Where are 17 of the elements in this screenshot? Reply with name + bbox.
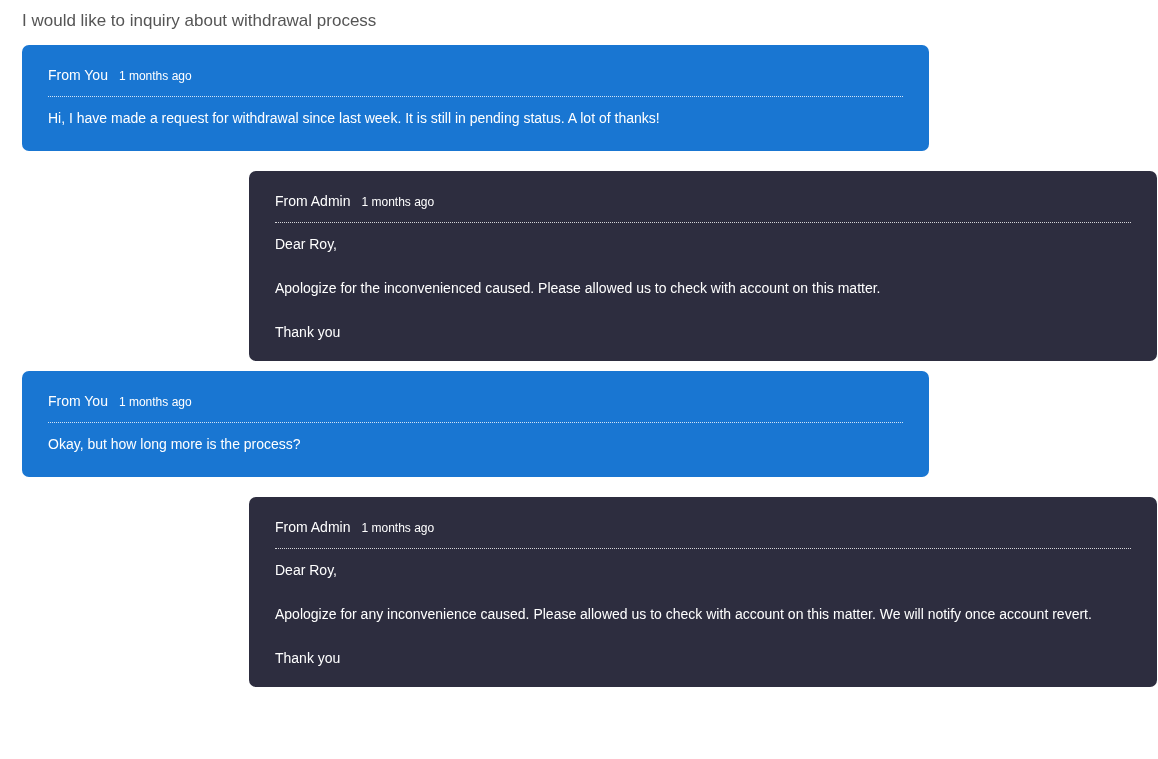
message-sender: From Admin (275, 518, 351, 537)
message-text: Dear Roy, (275, 561, 338, 580)
message-text: Apologize for any inconvenience caused. Please allowed us to check with account on this matter. We will notify once account revert. (275, 605, 1093, 624)
message-text: Apologize for the inconvenienced caused. Please allowed us to check with account on this matter. (275, 279, 882, 298)
message-text: Thank you (275, 323, 342, 342)
message-sender: From You (48, 392, 108, 411)
message-time: 1 months ago (118, 68, 192, 85)
ticket-subject: I would like to inquiry about withdrawal process (22, 10, 378, 32)
message-text: Okay, but how long more is the process? (48, 435, 302, 454)
message-text: Dear Roy, (275, 235, 338, 254)
message-text: Thank you (275, 649, 342, 668)
message-time: 1 months ago (361, 520, 435, 537)
message-text: Hi, I have made a request for withdrawal since last week. It is still in pending status. A lot of thanks! (48, 109, 661, 128)
message-sender: From Admin (275, 192, 351, 211)
message-time: 1 months ago (361, 194, 435, 211)
message-time: 1 months ago (118, 394, 192, 411)
message-sender: From You (48, 66, 108, 85)
